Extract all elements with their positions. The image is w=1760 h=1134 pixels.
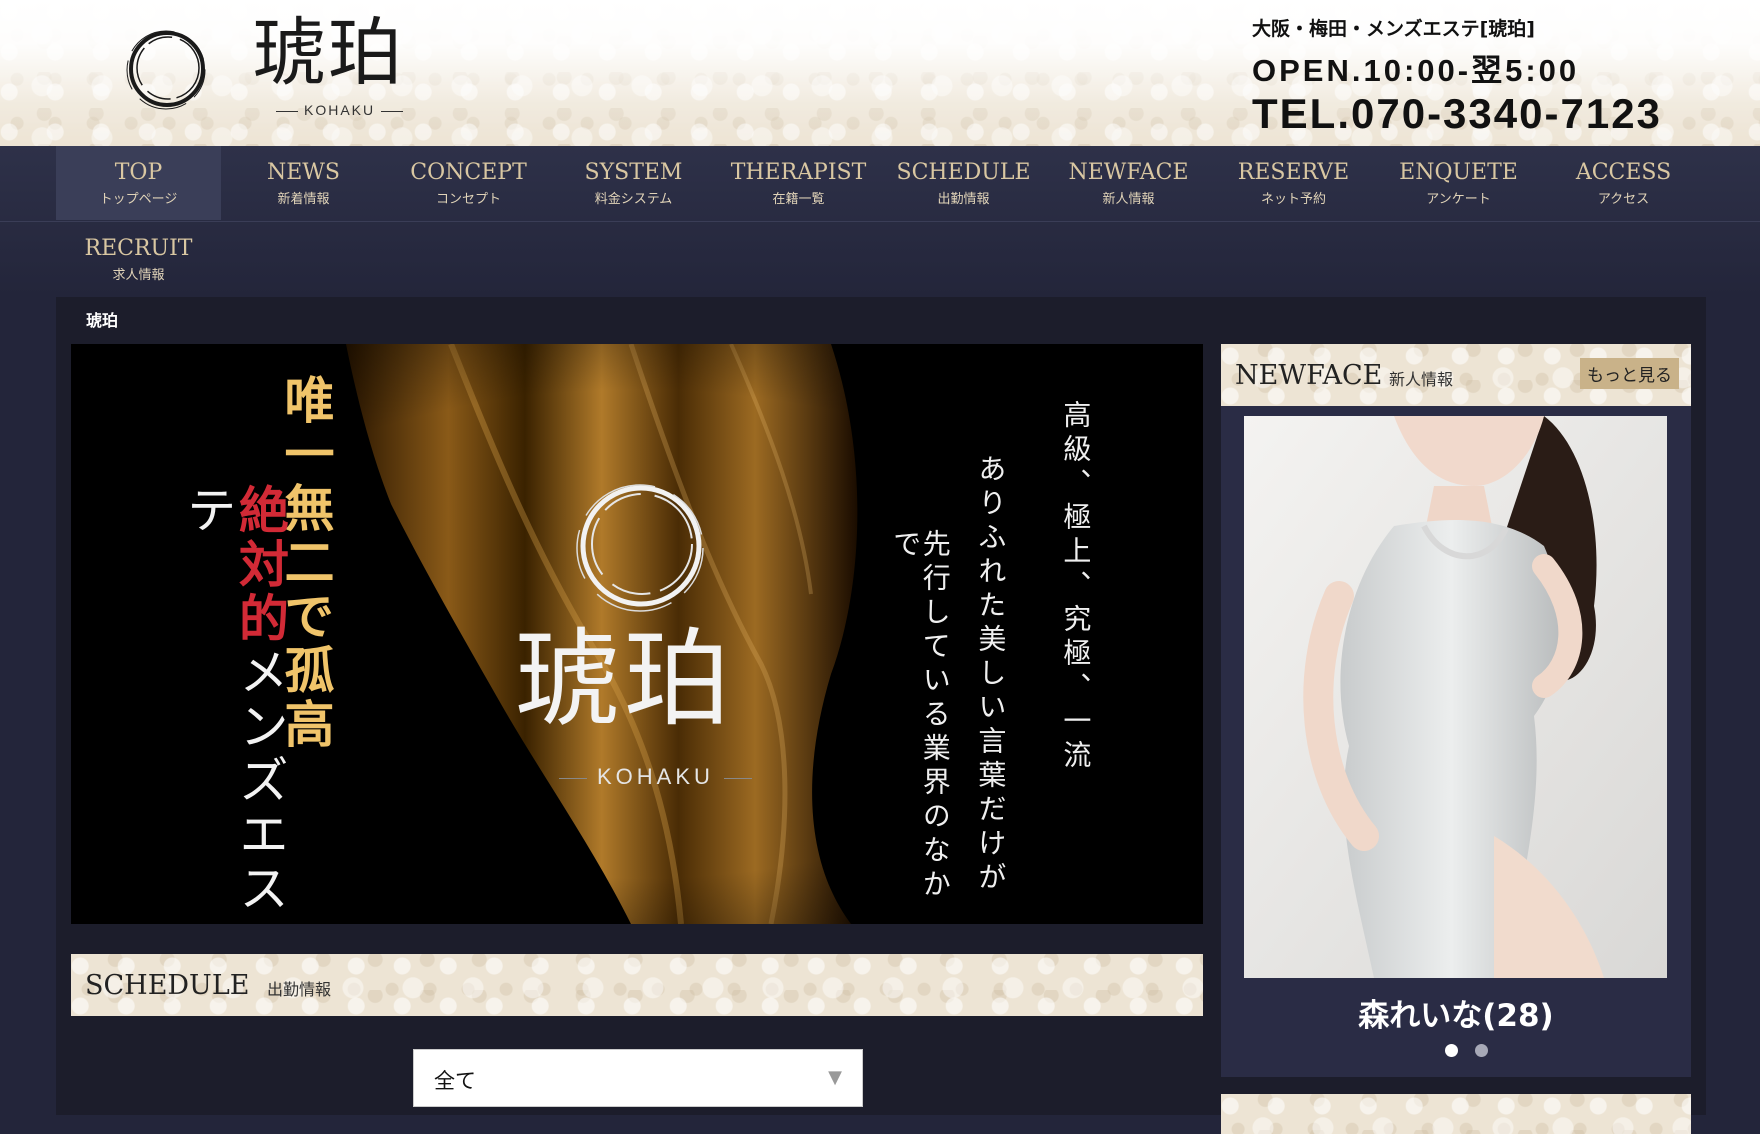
header-area: 大阪・梅田・メンズエステ[琥珀]	[1252, 18, 1535, 40]
carousel-dot-active[interactable]	[1445, 1044, 1458, 1057]
hero-copy-line: 先行している業界のなかで	[889, 529, 952, 903]
hero-banner: 唯一無二で孤高 絶対的メンズエステ 琥珀 KOHAKU 高級、極上、究極、一流 …	[71, 344, 1203, 924]
logo-ring-icon[interactable]	[124, 26, 210, 112]
nav-label: NEWFACE	[1068, 160, 1189, 185]
logo-text[interactable]: 琥珀	[252, 16, 404, 90]
header-info: 大阪・梅田・メンズエステ[琥珀] OPEN.10:00-翌5:00 TEL.07…	[1252, 14, 1662, 138]
nav-label: RESERVE	[1237, 160, 1350, 185]
logo-subtitle: KOHAKU	[270, 102, 409, 118]
section-title: NEWFACE	[1235, 360, 1383, 391]
section-title: SCHEDULE	[85, 970, 250, 1001]
nav-label: ENQUETE	[1399, 160, 1518, 185]
site-header: 琥珀 KOHAKU 大阪・梅田・メンズエステ[琥珀] OPEN.10:00-翌5…	[0, 0, 1760, 146]
hero-logo-subtitle: KOHAKU	[549, 764, 762, 790]
therapist-photo[interactable]	[1244, 416, 1667, 978]
header-hours: OPEN.10:00-翌5:00	[1252, 53, 1580, 88]
nav-sublabel: 新人情報	[1102, 192, 1155, 207]
nav-item-news[interactable]: NEWS 新着情報	[221, 146, 386, 220]
nav-label: NEWS	[267, 160, 340, 185]
nav-item-access[interactable]: ACCESS アクセス	[1541, 146, 1706, 220]
nav-item-top[interactable]: TOP トップページ	[56, 146, 221, 220]
nav-label: SCHEDULE	[896, 160, 1031, 185]
hero-logo-text: 琥珀	[514, 618, 734, 741]
newface-panel: NEWFACE 新人情報 もっと見る 森れいな(28)	[1221, 344, 1691, 1077]
nav-label: RECRUIT	[84, 236, 193, 261]
nav-item-newface[interactable]: NEWFACE 新人情報	[1046, 146, 1211, 220]
nav-item-recruit[interactable]: RECRUIT 求人情報	[56, 222, 221, 296]
nav-sublabel: ネット予約	[1260, 192, 1326, 207]
newface-section-header: NEWFACE 新人情報 もっと見る	[1221, 344, 1691, 406]
nav-row: TOP トップページ NEWS 新着情報 CONCEPT コンセプト SYSTEM 料金…	[56, 146, 1706, 220]
hero-catch-absolute: 絶対的メンズエステ	[179, 484, 291, 924]
chevron-down-icon: ▼	[828, 1067, 842, 1088]
section-subtitle: 出勤情報	[267, 980, 332, 999]
nav-sublabel: 求人情報	[112, 268, 165, 283]
main-content: 琥珀 唯一無二で孤高 絶対的メンズエステ 琥珀 KOHAKU 高級、極上、究極、…	[56, 297, 1706, 1134]
schedule-section-header: SCHEDULE 出勤情報	[71, 954, 1203, 1016]
nav-sublabel: アクセス	[1597, 192, 1650, 207]
nav-item-schedule[interactable]: SCHEDULE 出勤情報	[881, 146, 1046, 220]
hero-logo-ring-icon	[576, 484, 704, 612]
hero-copy-line: 高級、極上、究極、一流	[1059, 400, 1093, 774]
nav-sublabel: 料金システム	[594, 192, 673, 207]
nav-sublabel: 在籍一覧	[772, 192, 825, 207]
carousel-dot[interactable]	[1475, 1044, 1488, 1057]
nav-label: SYSTEM	[584, 160, 683, 185]
nav-item-concept[interactable]: CONCEPT コンセプト	[386, 146, 551, 220]
nav-sublabel: コンセプト	[435, 192, 501, 207]
nav-item-therapist[interactable]: THERAPIST 在籍一覧	[716, 146, 881, 220]
select-value: 全て	[434, 1069, 476, 1093]
nav-item-enquete[interactable]: ENQUETE アンケート	[1376, 146, 1541, 220]
hero-copy-line: ありふれた美しい言葉だけが	[974, 454, 1008, 896]
header-tel[interactable]: TEL.070-3340-7123	[1252, 90, 1662, 138]
nav-sublabel: 新着情報	[277, 192, 330, 207]
more-button[interactable]: もっと見る	[1580, 358, 1679, 389]
section-subtitle: 新人情報	[1389, 370, 1454, 389]
schedule-filter-select[interactable]: 全て ▼	[413, 1049, 863, 1107]
nav-label: ACCESS	[1575, 160, 1672, 185]
nav-sublabel: トップページ	[99, 192, 178, 207]
global-nav: TOP トップページ NEWS 新着情報 CONCEPT コンセプト SYSTEM 料金…	[0, 146, 1760, 296]
nav-row: RECRUIT 求人情報	[0, 221, 1760, 296]
nav-item-system[interactable]: SYSTEM 料金システム	[551, 146, 716, 220]
nav-item-reserve[interactable]: RESERVE ネット予約	[1211, 146, 1376, 220]
nav-sublabel: アンケート	[1426, 192, 1491, 207]
nav-sublabel: 出勤情報	[937, 192, 990, 207]
nav-label: CONCEPT	[410, 160, 527, 185]
next-section-header	[1221, 1094, 1691, 1134]
hero-catch-part: 絶対的	[231, 484, 290, 646]
nav-label: TOP	[114, 160, 163, 185]
therapist-name[interactable]: 森れいな(28)	[1221, 978, 1691, 1054]
nav-label: THERAPIST	[730, 160, 867, 185]
breadcrumb[interactable]: 琥珀	[86, 307, 118, 331]
